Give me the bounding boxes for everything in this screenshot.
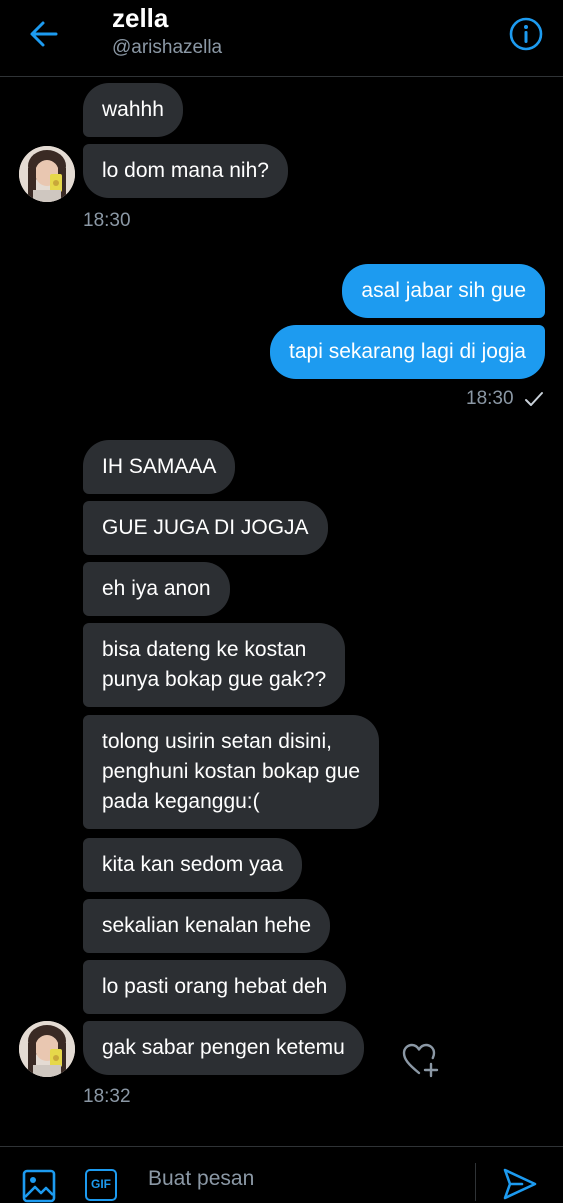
message-bubble-incoming[interactable]: eh iya anon xyxy=(83,562,230,616)
send-icon[interactable] xyxy=(502,1167,538,1201)
message-bubble-incoming[interactable]: lo pasti orang hebat deh xyxy=(83,960,347,1014)
message-bubble-outgoing[interactable]: asal jabar sih gue xyxy=(342,264,545,318)
heart-plus-icon[interactable] xyxy=(402,1042,442,1078)
back-arrow-icon[interactable] xyxy=(28,18,60,50)
message-bubble-incoming[interactable]: GUE JUGA DI JOGJA xyxy=(83,501,328,555)
check-icon xyxy=(525,392,543,406)
message-bubble-incoming[interactable]: kita kan sedom yaa xyxy=(83,838,302,892)
message-bubble-incoming[interactable]: wahhh xyxy=(83,83,183,137)
message-bubble-incoming[interactable]: gak sabar pengen ketemu xyxy=(83,1021,364,1075)
image-icon[interactable] xyxy=(22,1169,56,1203)
message-composer: GIF Buat pesan xyxy=(0,1146,563,1203)
gif-icon[interactable]: GIF xyxy=(85,1169,117,1201)
composer-divider xyxy=(475,1163,476,1201)
message-bubble-incoming[interactable]: tolong usirin setan disini, penghuni kos… xyxy=(83,715,380,829)
message-bubble-outgoing[interactable]: tapi sekarang lagi di jogja xyxy=(270,325,545,379)
message-timestamp: 18:30 xyxy=(466,388,514,409)
conversation-title: zella xyxy=(112,3,169,33)
message-bubble-incoming[interactable]: bisa dateng ke kostan punya bokap gue ga… xyxy=(83,623,346,707)
avatar[interactable] xyxy=(19,1021,75,1077)
message-bubble-incoming[interactable]: sekalian kenalan hehe xyxy=(83,899,330,953)
message-bubble-incoming[interactable]: lo dom mana nih? xyxy=(83,144,288,198)
message-timestamp: 18:30 xyxy=(83,210,131,231)
avatar[interactable] xyxy=(19,146,75,202)
conversation-handle: @arishazella xyxy=(112,37,223,58)
info-icon[interactable] xyxy=(508,16,544,52)
message-input[interactable]: Buat pesan xyxy=(148,1167,254,1191)
conversation-header: zella @arishazella xyxy=(0,0,563,77)
message-timestamp: 18:32 xyxy=(83,1086,131,1107)
message-bubble-incoming[interactable]: IH SAMAAA xyxy=(83,440,236,494)
